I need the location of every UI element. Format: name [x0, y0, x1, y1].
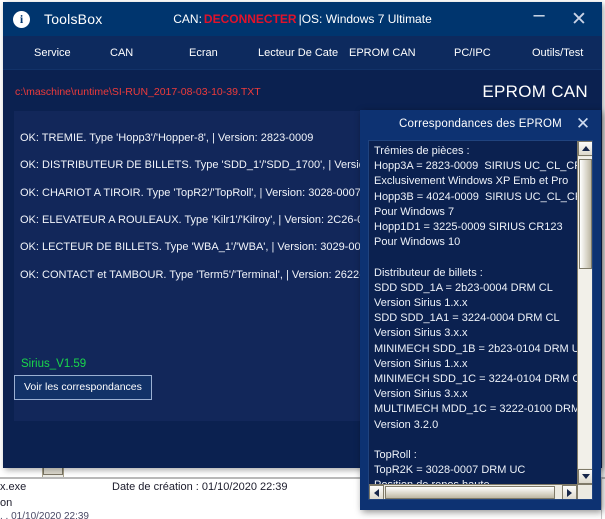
background-vertical-divider: [601, 477, 602, 519]
dialog-vscroll-thumb[interactable]: [579, 159, 592, 269]
screen: x.exe Date de création : 01/10/2020 22:3…: [0, 0, 605, 519]
log-line-chariot-tiroir: OK: CHARIOT A TIROIR. Type 'TopR2'/'TopR…: [20, 187, 361, 199]
dialog-scroll-corner: [577, 484, 592, 499]
background-row2-text: on: [0, 497, 13, 509]
dialog-close-icon[interactable]: ✕: [571, 112, 595, 136]
window-titlebar: i ToolsBox CAN: DECONNECTER | OS: Window…: [3, 2, 602, 36]
dialog-title: Correspondances des EPROM: [399, 118, 562, 130]
status-separator: |: [298, 12, 302, 26]
background-row3-text: . . 01/10/2020 22:39: [0, 511, 89, 519]
minimize-button[interactable]: –: [520, 4, 558, 34]
scroll-right-arrow-icon[interactable]: [562, 485, 577, 499]
can-status-value: DECONNECTER: [203, 12, 297, 26]
dialog-hscroll-thumb[interactable]: [385, 486, 555, 499]
log-file-path: c:\maschine\runtime\SI-RUN_2017-08-03-10…: [15, 86, 261, 98]
menu-item-eprom-can[interactable]: EPROM CAN: [349, 36, 416, 70]
dialog-titlebar: Correspondances des EPROM ✕: [360, 110, 601, 138]
dialog-vertical-scrollbar[interactable]: [577, 141, 592, 484]
app-title: ToolsBox: [44, 11, 103, 27]
dialog-horizontal-scrollbar[interactable]: [369, 484, 577, 499]
log-line-contact-tambour: OK: CONTACT et TAMBOUR. Type 'Term5'/'Te…: [20, 269, 388, 281]
menu-item-pc-ipc[interactable]: PC/IPC: [454, 36, 491, 70]
menu-item-ecran[interactable]: Ecran: [189, 36, 218, 70]
menu-item-outils-test[interactable]: Outils/Test: [532, 36, 583, 70]
main-menubar: Service CAN Ecran Lecteur De Cate EPROM …: [3, 36, 602, 70]
log-line-elevateur-rouleaux: OK: ELEVATEUR A ROULEAUX. Type 'Kilr1'/'…: [20, 214, 382, 226]
os-label: OS: Windows 7 Ultimate: [301, 12, 432, 26]
log-line-tremie: OK: TREMIE. Type 'Hopp3'/'Hopper-8', | V…: [20, 132, 314, 144]
page-title: EPROM CAN: [482, 82, 588, 101]
log-line-lecteur-billets: OK: LECTEUR DE BILLETS. Type 'WBA_1'/'WB…: [20, 241, 373, 253]
background-creation-date: Date de création : 01/10/2020 22:39: [112, 481, 288, 493]
menu-item-can[interactable]: CAN: [110, 36, 133, 70]
window-controls: – ✕: [520, 2, 598, 36]
scroll-up-arrow-icon[interactable]: [578, 141, 592, 156]
dialog-text-area[interactable]: Trémies de pièces : Hopp3A = 2823-0009 S…: [368, 140, 593, 500]
can-label: CAN:: [173, 12, 202, 26]
info-icon: i: [13, 10, 30, 28]
eprom-correspondences-dialog: Correspondances des EPROM ✕ Trémies de p…: [360, 110, 601, 510]
menu-item-service[interactable]: Service: [34, 36, 71, 70]
eprom-correspondences-text: Trémies de pièces : Hopp3A = 2823-0009 S…: [374, 145, 593, 499]
scroll-left-arrow-icon[interactable]: [369, 485, 384, 499]
close-button[interactable]: ✕: [560, 4, 598, 34]
scroll-down-arrow-icon[interactable]: [578, 469, 592, 484]
background-exe-text: x.exe: [0, 481, 27, 493]
sirius-version-label: Sirius_V1.59: [21, 358, 87, 370]
menu-item-lecteur-de-carte[interactable]: Lecteur De Cate: [258, 36, 338, 70]
voir-les-correspondances-button[interactable]: Voir les correspondances: [14, 375, 152, 400]
